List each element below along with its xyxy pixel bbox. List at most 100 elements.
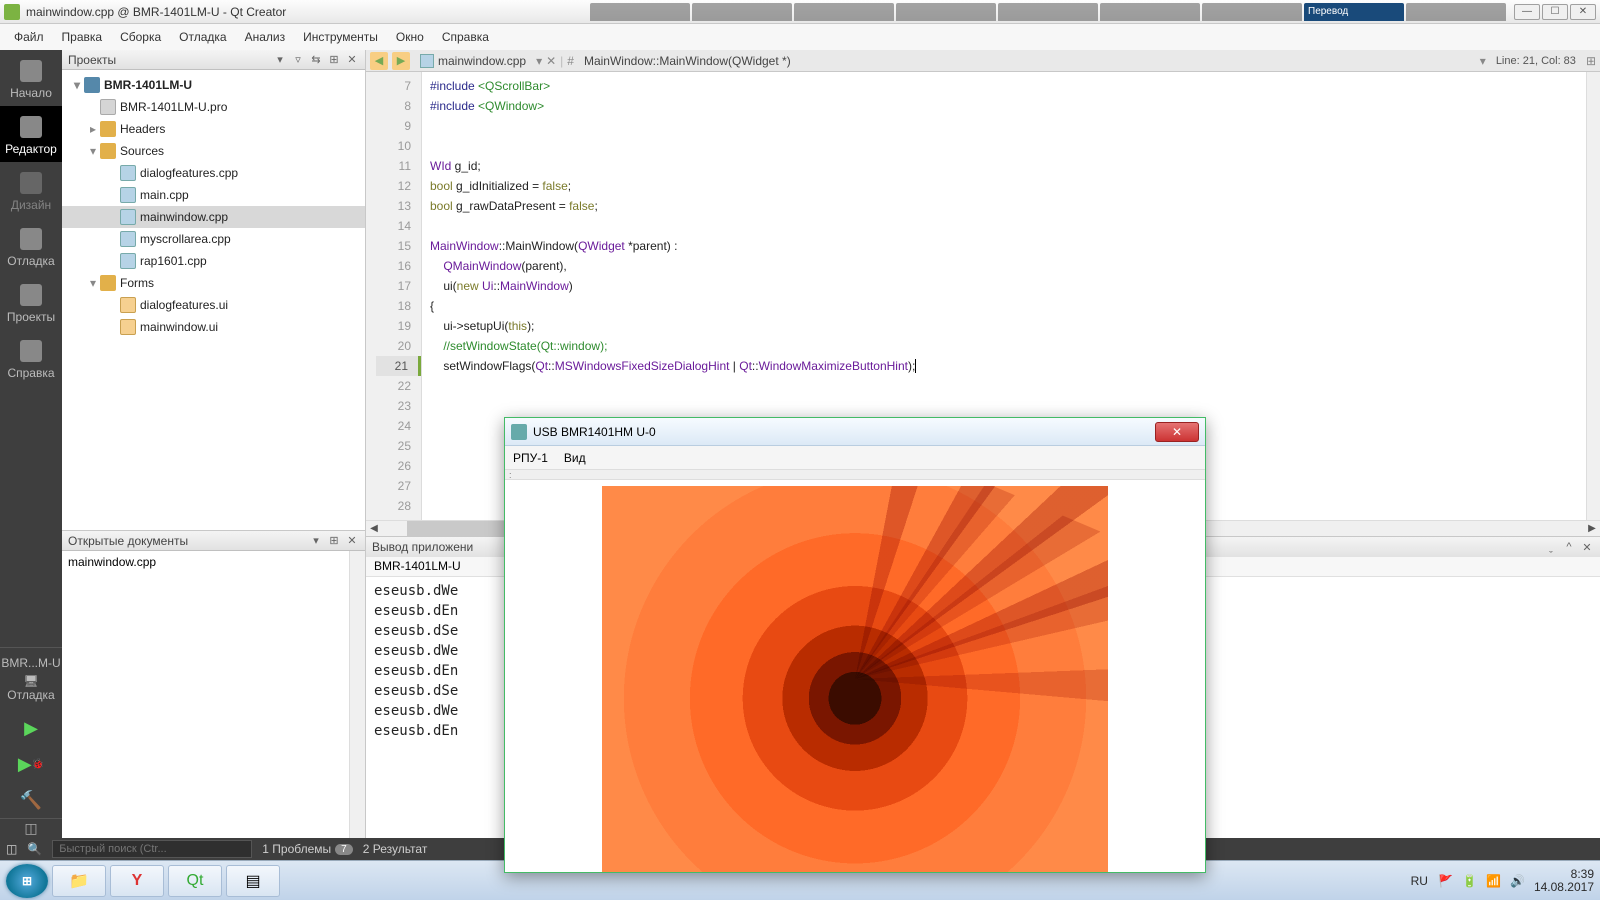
language-indicator[interactable]: RU <box>1411 874 1428 888</box>
child-window-close-button[interactable]: ✕ <box>1155 422 1199 442</box>
filter-icon[interactable]: ▿ <box>291 53 305 67</box>
run-button[interactable]: ▶ <box>0 710 62 746</box>
target-selector[interactable]: BMR...M-U 🖥 Отладка <box>0 647 62 710</box>
maximize-icon[interactable]: ^ <box>1562 540 1576 554</box>
nav-forward-button[interactable]: ▶ <box>392 52 410 70</box>
browser-tab[interactable] <box>794 3 894 21</box>
dropdown-icon[interactable]: ▾ <box>536 54 542 68</box>
editor-file-tab[interactable]: mainwindow.cpp <box>414 51 532 71</box>
browser-tab[interactable] <box>692 3 792 21</box>
scroll-left-icon[interactable]: ◀ <box>366 521 382 536</box>
maximize-button[interactable]: ☐ <box>1542 4 1568 20</box>
browser-tab[interactable]: Перевод <box>1304 3 1404 21</box>
taskbar-browser[interactable]: Y <box>110 865 164 897</box>
browser-tab[interactable] <box>1100 3 1200 21</box>
tree-source-file[interactable]: rap1601.cpp <box>62 250 365 272</box>
child-window-titlebar[interactable]: USB BMR1401HM U-0 ✕ <box>505 418 1205 446</box>
panels-icon[interactable]: ◫ <box>6 842 17 856</box>
open-doc-item[interactable]: mainwindow.cpp <box>68 555 359 569</box>
browser-tab[interactable] <box>998 3 1098 21</box>
debug-run-button[interactable]: ▶🐞 <box>0 746 62 782</box>
tray-flag-icon[interactable]: 🚩 <box>1438 874 1452 888</box>
menu-file[interactable]: Файл <box>6 27 52 47</box>
design-icon <box>20 172 42 194</box>
scrollbar-vertical[interactable] <box>1586 72 1600 520</box>
child-window[interactable]: USB BMR1401HM U-0 ✕ РПУ-1 Вид : <box>504 417 1206 873</box>
tree-forms-folder[interactable]: ▾Forms <box>62 272 365 294</box>
dropdown-icon[interactable]: ▾ <box>273 53 287 67</box>
close-panel-icon[interactable]: ✕ <box>1580 540 1594 554</box>
menu-help[interactable]: Справка <box>434 27 497 47</box>
mode-projects[interactable]: Проекты <box>0 274 62 330</box>
split-icon[interactable]: ⊞ <box>327 534 341 548</box>
tray-battery-icon[interactable]: 🔋 <box>1462 874 1476 888</box>
scrollbar-vertical[interactable] <box>349 551 365 838</box>
tree-sources-folder[interactable]: ▾Sources <box>62 140 365 162</box>
menu-analyze[interactable]: Анализ <box>237 27 294 47</box>
search-icon: 🔍 <box>27 842 42 856</box>
browser-tab[interactable] <box>1406 3 1506 21</box>
dropdown-icon[interactable]: ▾ <box>1480 54 1486 68</box>
mode-welcome[interactable]: Начало <box>0 50 62 106</box>
menu-window[interactable]: Окно <box>388 27 432 47</box>
close-panel-icon[interactable]: ✕ <box>345 53 359 67</box>
dropdown-icon[interactable]: ▾ <box>309 534 323 548</box>
nav-back-button[interactable]: ◀ <box>370 52 388 70</box>
mode-debug[interactable]: Отладка <box>0 218 62 274</box>
tree-source-file[interactable]: myscrollarea.cpp <box>62 228 365 250</box>
minimize-icon[interactable]: ˬ <box>1544 540 1558 554</box>
open-docs-list[interactable]: mainwindow.cpp <box>62 551 365 838</box>
menu-build[interactable]: Сборка <box>112 27 169 47</box>
issues-button[interactable]: 1 Проблемы 7 <box>262 842 352 856</box>
bookmark-icon[interactable]: # <box>567 54 574 68</box>
mode-sidebar: Начало Редактор Дизайн Отладка Проекты С… <box>0 50 62 838</box>
line-number-gutter[interactable]: 7 8 9 10 11 12 13 14 15 16 17 18 19 20 2… <box>366 72 422 520</box>
split-icon[interactable]: ⊞ <box>327 53 341 67</box>
taskbar-qtcreator[interactable]: Qt <box>168 865 222 897</box>
browser-tab-strip: Перевод <box>590 3 1506 21</box>
tray-network-icon[interactable]: 📶 <box>1486 874 1500 888</box>
child-menu-rpu[interactable]: РПУ-1 <box>513 451 548 465</box>
clock[interactable]: 8:39 14.08.2017 <box>1534 868 1594 894</box>
project-tree[interactable]: ▾BMR-1401LM-U BMR-1401LM-U.pro ▸Headers … <box>62 70 365 530</box>
tree-project-root[interactable]: ▾BMR-1401LM-U <box>62 74 365 96</box>
mode-help[interactable]: Справка <box>0 330 62 386</box>
tree-source-file[interactable]: mainwindow.cpp <box>62 206 365 228</box>
close-button[interactable]: ✕ <box>1570 4 1596 20</box>
child-window-toolbar: : <box>505 470 1205 480</box>
menu-tools[interactable]: Инструменты <box>295 27 386 47</box>
tree-ui-file[interactable]: dialogfeatures.ui <box>62 294 365 316</box>
tree-pro-file[interactable]: BMR-1401LM-U.pro <box>62 96 365 118</box>
tray-volume-icon[interactable]: 🔊 <box>1510 874 1524 888</box>
start-button[interactable]: ⊞ <box>6 864 48 898</box>
editor-symbol-selector[interactable]: MainWindow::MainWindow(QWidget *) <box>578 51 797 71</box>
minimize-button[interactable]: — <box>1514 4 1540 20</box>
close-tab-icon[interactable]: ✕ <box>546 54 556 68</box>
browser-tab[interactable] <box>1202 3 1302 21</box>
sync-icon[interactable]: ⇆ <box>309 53 323 67</box>
browser-tab[interactable] <box>896 3 996 21</box>
window-title: mainwindow.cpp @ BMR-1401LM-U - Qt Creat… <box>26 5 590 19</box>
scroll-right-icon[interactable]: ▶ <box>1584 521 1600 536</box>
child-menu-view[interactable]: Вид <box>564 451 586 465</box>
navigator-panel: Проекты ▾ ▿ ⇆ ⊞ ✕ ▾BMR-1401LM-U BMR-1401… <box>62 50 366 838</box>
mode-design[interactable]: Дизайн <box>0 162 62 218</box>
output-toggle-button[interactable]: ◫ <box>0 818 62 838</box>
close-panel-icon[interactable]: ✕ <box>345 534 359 548</box>
tree-source-file[interactable]: dialogfeatures.cpp <box>62 162 365 184</box>
results-button[interactable]: 2 Результат <box>363 842 428 856</box>
tree-headers-folder[interactable]: ▸Headers <box>62 118 365 140</box>
app-icon <box>511 424 527 440</box>
mode-edit[interactable]: Редактор <box>0 106 62 162</box>
build-button[interactable]: 🔨 <box>0 782 62 818</box>
tree-ui-file[interactable]: mainwindow.ui <box>62 316 365 338</box>
menu-debug[interactable]: Отладка <box>171 27 234 47</box>
open-documents-panel: Открытые документы ▾ ⊞ ✕ mainwindow.cpp <box>62 530 365 838</box>
quick-search-input[interactable] <box>52 840 252 858</box>
taskbar-explorer[interactable]: 📁 <box>52 865 106 897</box>
split-editor-icon[interactable]: ⊞ <box>1586 54 1596 68</box>
browser-tab[interactable] <box>590 3 690 21</box>
tree-source-file[interactable]: main.cpp <box>62 184 365 206</box>
taskbar-app[interactable]: ▤ <box>226 865 280 897</box>
menu-edit[interactable]: Правка <box>54 27 111 47</box>
